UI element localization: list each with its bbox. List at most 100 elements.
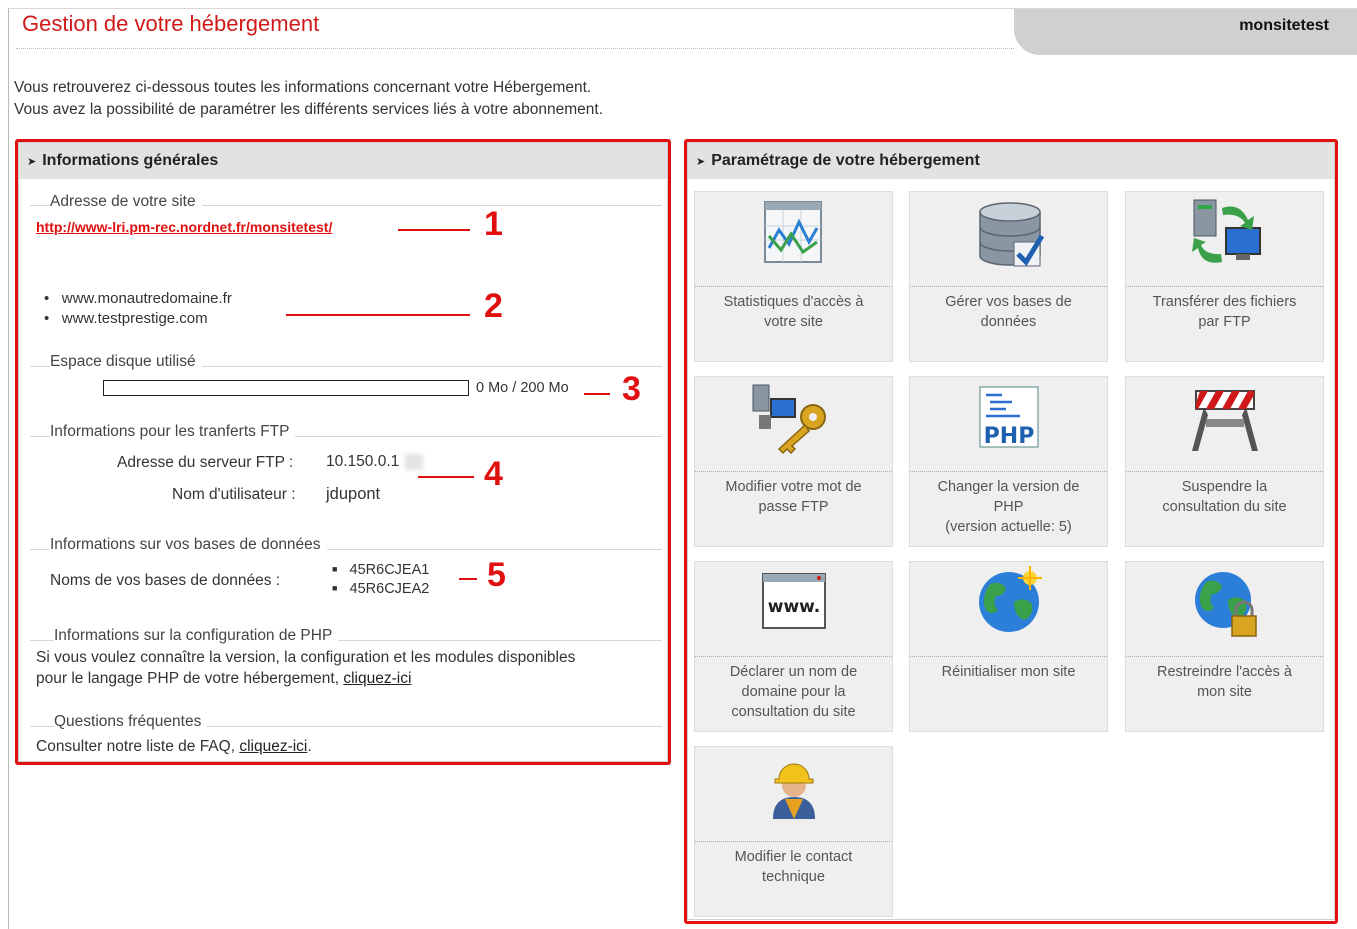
tile-ftp-password[interactable]: Modifier votre mot de passe FTP [694,376,893,547]
info-panel-title: Informations générales [42,152,219,169]
php-info-link[interactable]: cliquez-ici [343,670,411,687]
annotation-line-4 [418,476,474,478]
tile-label: Changer la version de PHP (version actuell… [916,477,1101,537]
faq-link[interactable]: cliquez-ici [239,738,307,755]
tile-label-line: Déclarer un nom de [729,664,858,680]
tile-label-line: données [980,314,1037,330]
tile-divider [910,286,1107,287]
tile-label-line: Modifier le contact [734,849,853,865]
tile-label-line: Gérer vos bases de [945,294,1072,310]
tile-label: Statistiques d'accès à votre site [701,292,886,332]
tile-reset-site[interactable]: Réinitialiser mon site [909,561,1108,732]
annotation-line-1 [398,229,470,231]
tile-divider [695,471,892,472]
tile-label: Restreindre l'accès à mon site [1132,662,1317,702]
settings-panel-header: ➤ Paramétrage de votre hébergement [688,143,1334,179]
intro-line-1: Vous retrouverez ci-dessous toutes les i… [14,79,592,96]
site-url-link[interactable]: http://www-lri.pm-rec.nordnet.fr/monsite… [36,219,332,235]
domain-name: www.testprestige.com [61,310,208,327]
php-text-2: pour le langage PHP de votre hébergement… [36,670,411,688]
barrier-icon [1126,377,1323,469]
globe-lock-icon [1126,562,1323,654]
annotation-line-5 [459,578,477,580]
svg-text:www.: www. [768,597,821,617]
tile-label: Suspendre la consultation du site [1132,477,1317,517]
settings-panel-title: Paramétrage de votre hébergement [711,152,980,169]
faq-text: Consulter notre liste de FAQ, cliquez-ic… [36,738,312,756]
info-panel: ➤ Informations générales [18,142,668,762]
ftp-server-value: 10.150.0.1 [326,453,400,470]
tile-divider [1126,286,1323,287]
ftp-user-label: Nom d'utilisateur : [172,486,296,503]
annotation-4: 4 [484,455,503,493]
tile-divider [1126,471,1323,472]
ftp-server-label: Adresse du serveur FTP : [117,454,294,471]
tile-divider [695,286,892,287]
section-databases: Informations sur vos bases de données [50,536,327,554]
ftp-transfer-icon [1126,192,1323,284]
db-names-label: Noms de vos bases de données : [50,572,281,589]
tile-php-version[interactable]: PHP Changer la version de PHP (version act… [909,376,1108,547]
tile-divider [695,841,892,842]
tile-technical-contact[interactable]: Modifier le contact technique [694,746,893,917]
tile-divider [1126,656,1323,657]
svg-text:PHP: PHP [984,424,1035,449]
tile-label-line: votre site [764,314,823,330]
tile-label-line: Restreindre l'accès à [1157,664,1292,680]
section-site-address: Adresse de votre site [50,193,202,211]
square-bullet-icon: ■ [332,564,338,574]
php-icon: PHP [910,377,1107,469]
db-name: 45R6CJEA1 [349,562,430,578]
list-item: • www.monautredomaine.fr [44,290,232,307]
info-panel-header: ➤ Informations générales [19,143,667,179]
tile-label: Transférer des fichiers par FTP [1132,292,1317,332]
account-tab: monsitetest [1014,9,1357,55]
chart-icon [695,192,892,284]
tile-label-line: PHP [993,499,1024,515]
account-name: monsitetest [1239,17,1329,34]
tile-label-line: (version actuelle: 5) [945,519,1072,535]
title-divider [16,48,1014,49]
www-icon: www. [695,562,892,654]
tile-label: Modifier le contact technique [701,847,886,887]
intro-line-2: Vous avez la possibilité de paramétrer l… [14,101,604,118]
page-title: Gestion de votre hébergement [22,11,320,36]
annotation-1: 1 [484,205,503,243]
tile-manage-databases[interactable]: Gérer vos bases de données [909,191,1108,362]
tile-label-line: Réinitialiser mon site [941,664,1076,680]
php-text-1: Si vous voulez connaître la version, la … [36,649,576,666]
tile-label-line: consultation du site [1162,499,1287,515]
tile-label: Modifier votre mot de passe FTP [701,477,886,517]
tile-label: Réinitialiser mon site [916,662,1101,682]
tile-label-line: passe FTP [758,499,829,515]
tile-suspend-site[interactable]: Suspendre la consultation du site [1125,376,1324,547]
disk-usage-text: 0 Mo / 200 Mo [476,380,569,396]
tile-label-line: par FTP [1198,314,1251,330]
redacted-blur [405,454,423,470]
key-icon [695,377,892,469]
database-icon [910,192,1107,284]
annotation-2: 2 [484,287,503,325]
square-bullet-icon: ■ [332,583,338,593]
tile-label-line: Changer la version de [937,479,1080,495]
list-item: • www.testprestige.com [44,310,208,327]
list-item: ■ 45R6CJEA1 [332,562,429,578]
annotation-3: 3 [622,370,641,408]
annotation-line-2 [286,314,470,316]
section-disk-usage: Espace disque utilisé [50,353,202,371]
tile-label-line: consultation du site [731,704,856,720]
tile-access-stats[interactable]: Statistiques d'accès à votre site [694,191,893,362]
tile-label-line: mon site [1197,684,1252,700]
tile-declare-domain[interactable]: www. Déclarer un nom de domaine pour la co… [694,561,893,732]
intro-text: Vous retrouverez ci-dessous toutes les i… [14,77,603,121]
annotation-5: 5 [487,556,506,594]
tile-label-line: domaine pour la [741,684,846,700]
annotation-line-3 [584,393,610,395]
arrow-right-icon: ➤ [27,156,37,168]
worker-icon [695,747,892,839]
section-php: Informations sur la configuration de PHP [54,627,339,645]
tile-restrict-access[interactable]: Restreindre l'accès à mon site [1125,561,1324,732]
tile-ftp-transfer[interactable]: Transférer des fichiers par FTP [1125,191,1324,362]
ftp-user-value: jdupont [326,485,381,503]
tile-divider [910,471,1107,472]
